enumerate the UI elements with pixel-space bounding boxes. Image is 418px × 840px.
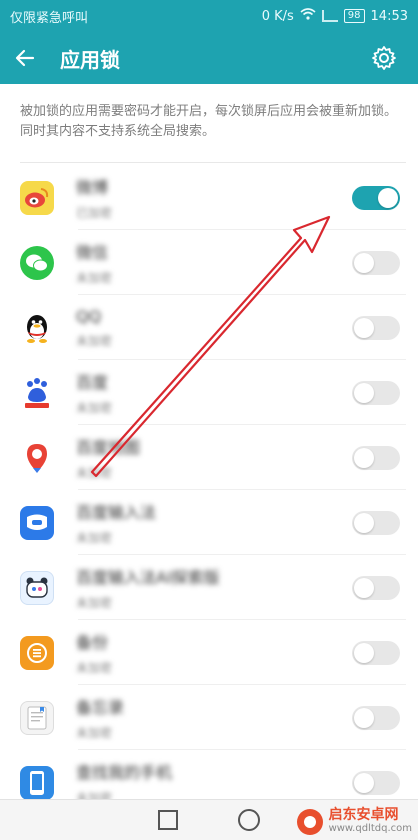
lock-toggle[interactable]	[352, 511, 400, 535]
divider	[20, 162, 406, 163]
wifi-icon	[300, 8, 316, 24]
app-bar: 应用锁	[0, 32, 418, 84]
lock-toggle[interactable]	[352, 316, 400, 340]
app-lock-status: 未加密	[76, 333, 113, 348]
settings-button[interactable]	[370, 44, 398, 72]
baidu-map-pin-icon	[20, 441, 54, 475]
back-arrow-icon	[15, 49, 35, 67]
lock-toggle[interactable]	[352, 771, 400, 795]
lock-toggle[interactable]	[352, 186, 400, 210]
app-name: 百度	[76, 373, 109, 392]
carrier-text: 仅限紧急呼叫	[10, 10, 89, 26]
lock-toggle[interactable]	[352, 381, 400, 405]
lock-toggle[interactable]	[352, 576, 400, 600]
list-item[interactable]: 百度输入法AI探索版 未加密	[0, 555, 418, 620]
list-item[interactable]: 备份 未加密	[0, 620, 418, 685]
app-name: 查找我的手机	[76, 763, 173, 782]
app-name: 备份	[76, 633, 109, 652]
list-item[interactable]: 百度 未加密	[0, 360, 418, 425]
lock-toggle[interactable]	[352, 641, 400, 665]
clock: 14:53	[370, 8, 408, 24]
battery-level: 98	[343, 9, 365, 23]
list-item[interactable]: 百度输入法 未加密	[0, 490, 418, 555]
status-icons: 0 K/s 98 14:53	[262, 8, 408, 24]
app-list: 微博 已加密 微信 未加密 QQ 未加密 百度 未加密 百度地图 未加密 百度输…	[0, 165, 418, 815]
watermark-text: 启东安卓网	[328, 807, 399, 823]
lock-toggle[interactable]	[352, 706, 400, 730]
list-item[interactable]: QQ 未加密	[0, 295, 418, 360]
baidu-paw-icon	[20, 375, 54, 410]
app-name: 百度输入法AI探索版	[76, 568, 220, 587]
app-name: 百度输入法	[76, 503, 157, 522]
app-name: 微信	[76, 243, 109, 262]
watermark: 启东安卓网 www.qdltdq.com	[296, 807, 412, 836]
app-lock-status: 已加密	[76, 206, 113, 220]
list-item[interactable]: 微博 已加密	[0, 165, 418, 230]
home-button[interactable]	[238, 809, 260, 831]
app-lock-description: 被加锁的应用需要密码才能开启，每次锁屏后应用会被重新加锁。同时其内容不支持系统全…	[20, 104, 398, 139]
weibo-icon	[20, 180, 54, 215]
page-title: 应用锁	[60, 47, 120, 72]
app-name: 备忘录	[76, 698, 125, 717]
notes-icon	[20, 700, 54, 735]
list-item[interactable]: 微信 未加密	[0, 230, 418, 295]
bear-keyboard-icon	[20, 570, 54, 605]
backup-icon	[20, 635, 54, 670]
qq-penguin-icon	[20, 311, 54, 345]
lock-toggle[interactable]	[352, 446, 400, 470]
app-lock-status: 未加密	[76, 596, 113, 610]
wechat-icon	[20, 245, 54, 280]
baidu-input-icon	[20, 505, 54, 540]
app-lock-status: 未加密	[76, 401, 113, 415]
signal-icon	[321, 10, 338, 22]
list-item[interactable]: 百度地图 未加密	[0, 425, 418, 490]
app-name: QQ	[76, 306, 102, 326]
list-item[interactable]: 备忘录 未加密	[0, 685, 418, 750]
recent-apps-button[interactable]	[158, 810, 178, 830]
watermark-url: www.qdltdq.com	[328, 823, 412, 834]
network-speed: 0 K/s	[261, 8, 294, 24]
watermark-logo-icon	[296, 809, 323, 835]
app-lock-status: 未加密	[76, 661, 113, 675]
gear-icon	[372, 46, 396, 70]
app-name: 微博	[76, 178, 109, 197]
app-lock-status: 未加密	[76, 466, 113, 480]
lock-toggle[interactable]	[352, 251, 400, 275]
app-lock-status: 未加密	[76, 271, 113, 285]
app-lock-status: 未加密	[76, 531, 113, 545]
status-bar: 仅限紧急呼叫 0 K/s 98 14:53	[0, 0, 418, 32]
app-lock-status: 未加密	[76, 726, 113, 740]
back-button[interactable]	[0, 32, 50, 84]
find-phone-icon	[20, 765, 54, 800]
app-name: 百度地图	[76, 438, 141, 457]
